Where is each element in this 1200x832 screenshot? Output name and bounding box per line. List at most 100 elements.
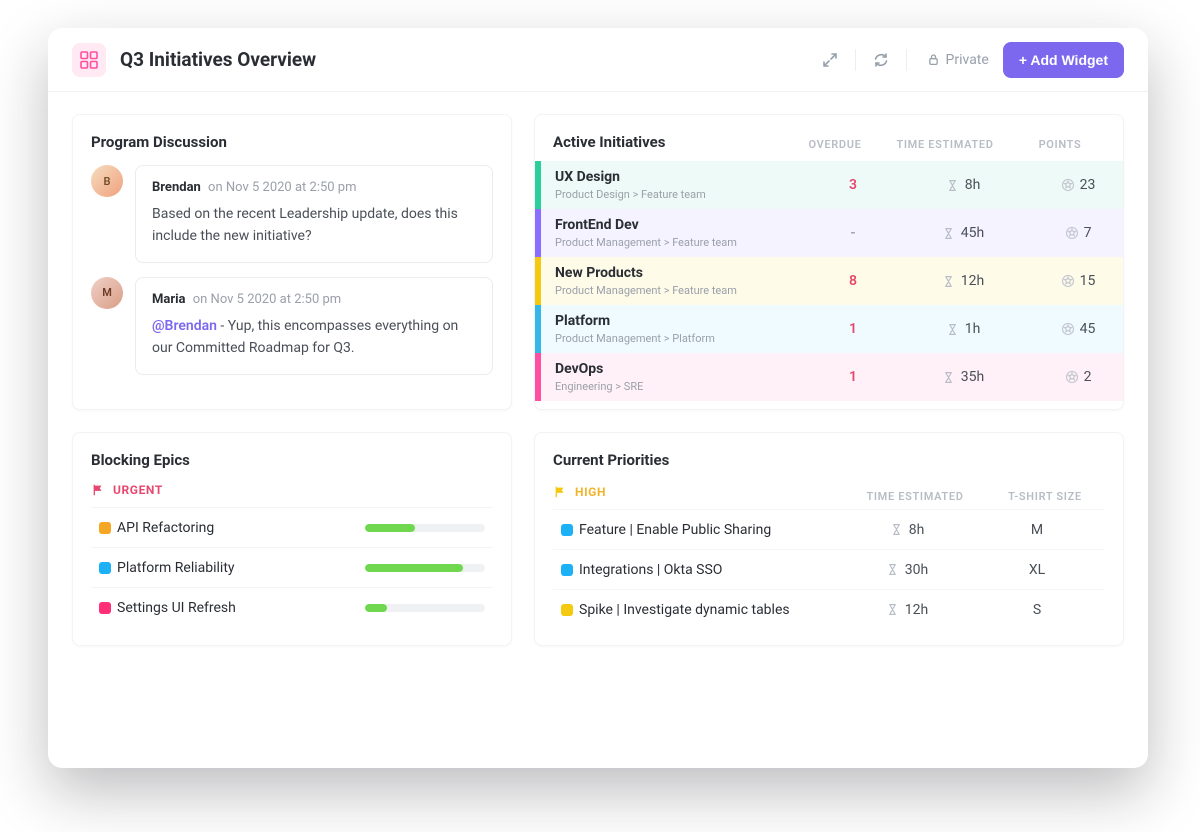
points-value: 7 <box>1033 225 1123 241</box>
comment-bubble: Brendan on Nov 5 2020 at 2:50 pm Based o… <box>135 165 493 263</box>
initiative-crumb: Product Management > Feature team <box>555 284 813 297</box>
color-chip <box>561 604 573 616</box>
flag-label: URGENT <box>113 483 163 497</box>
color-chip <box>99 562 111 574</box>
epic-row[interactable]: Platform Reliability <box>91 547 493 587</box>
mention[interactable]: @Brendan <box>152 318 217 334</box>
flag-label: HIGH <box>575 485 606 499</box>
comment-timestamp: on Nov 5 2020 at 2:50 pm <box>193 292 341 307</box>
epic-name: Settings UI Refresh <box>117 600 365 616</box>
color-chip <box>561 564 573 576</box>
initiative-crumb: Product Management > Feature team <box>555 236 813 249</box>
initiative-name: Platform <box>555 313 813 330</box>
epic-name: Platform Reliability <box>117 560 365 576</box>
priority-name: Spike | Investigate dynamic tables <box>579 602 837 618</box>
priority-row[interactable]: Spike | Investigate dynamic tables12hS <box>553 589 1105 629</box>
epic-row[interactable]: Settings UI Refresh <box>91 587 493 627</box>
time-estimated: 8h <box>837 522 977 538</box>
points-value: 23 <box>1033 177 1123 193</box>
add-widget-button[interactable]: + Add Widget <box>1003 42 1124 78</box>
priority-row[interactable]: Integrations | Okta SSO30hXL <box>553 549 1105 589</box>
col-size: T-SHIRT SIZE <box>985 490 1105 503</box>
card-title: Program Discussion <box>91 133 493 151</box>
refresh-icon[interactable] <box>866 45 896 75</box>
active-initiatives-card: Active Initiatives OVERDUE TIME ESTIMATE… <box>534 114 1124 410</box>
initiative-row[interactable]: Platform Product Management > Platform11h… <box>535 305 1123 353</box>
app-icon <box>72 43 106 77</box>
avatar: M <box>91 277 123 309</box>
comment-row: M Maria on Nov 5 2020 at 2:50 pm @Brenda… <box>91 277 493 375</box>
color-chip <box>99 602 111 614</box>
privacy-indicator[interactable]: Private <box>927 52 989 68</box>
initiative-main: FrontEnd Dev Product Management > Feature… <box>541 217 813 249</box>
col-time: TIME ESTIMATED <box>875 138 1015 151</box>
initiative-name: New Products <box>555 265 813 282</box>
high-flag-row: HIGH <box>553 485 845 499</box>
overdue-value: - <box>813 225 893 241</box>
card-title: Active Initiatives <box>553 133 795 151</box>
priority-name: Integrations | Okta SSO <box>579 562 837 578</box>
initiative-name: UX Design <box>555 169 813 186</box>
color-chip <box>99 522 111 534</box>
initiative-name: DevOps <box>555 361 813 378</box>
color-chip <box>561 524 573 536</box>
comment-timestamp: on Nov 5 2020 at 2:50 pm <box>208 180 356 195</box>
time-estimated: 30h <box>837 562 977 578</box>
progress-bar <box>365 564 485 572</box>
initiative-name: FrontEnd Dev <box>555 217 813 234</box>
overdue-value: 1 <box>813 321 893 337</box>
initiative-row[interactable]: New Products Product Management > Feature… <box>535 257 1123 305</box>
epic-rows: API Refactoring Platform Reliability Setti… <box>91 507 493 627</box>
epic-row[interactable]: API Refactoring <box>91 507 493 547</box>
epic-name: API Refactoring <box>117 520 365 536</box>
comment-author: Brendan <box>152 180 201 195</box>
initiative-row[interactable]: DevOps Engineering > SRE135h2 <box>535 353 1123 401</box>
priority-rows: Feature | Enable Public Sharing8hMIntegr… <box>553 509 1105 629</box>
progress-bar <box>365 604 485 612</box>
initiative-crumb: Engineering > SRE <box>555 380 813 393</box>
initiative-row[interactable]: UX DesignProduct Design > Feature team38… <box>535 161 1123 209</box>
urgent-flag-row: URGENT <box>91 483 493 497</box>
current-priorities-card: Current Priorities HIGH TIME ESTIMATED T… <box>534 432 1124 646</box>
initiative-main: UX DesignProduct Design > Feature team <box>541 169 813 201</box>
comment-body: Based on the recent Leadership update, d… <box>152 203 476 248</box>
col-points: POINTS <box>1015 138 1105 151</box>
comment-body: @Brendan - Yup, this encompasses everyth… <box>152 315 476 360</box>
initiative-main: Platform Product Management > Platform <box>541 313 813 345</box>
content-grid: Program Discussion B Brendan on Nov 5 20… <box>48 92 1148 672</box>
overdue-value: 1 <box>813 369 893 385</box>
card-title: Blocking Epics <box>91 451 493 469</box>
topbar: Q3 Initiatives Overview Private + Add Wi… <box>48 28 1148 92</box>
time-estimated: 1h <box>893 321 1033 337</box>
time-estimated: 45h <box>893 225 1033 241</box>
progress-bar <box>365 524 485 532</box>
points-value: 15 <box>1033 273 1123 289</box>
comment-row: B Brendan on Nov 5 2020 at 2:50 pm Based… <box>91 165 493 263</box>
lock-icon <box>927 53 940 66</box>
avatar: B <box>91 165 123 197</box>
points-value: 45 <box>1033 321 1123 337</box>
col-overdue: OVERDUE <box>795 138 875 151</box>
dashboard-window: Q3 Initiatives Overview Private + Add Wi… <box>48 28 1148 768</box>
blocking-epics-card: Blocking Epics URGENT API Refactoring Pla… <box>72 432 512 646</box>
tshirt-size: S <box>977 602 1097 618</box>
comment-author: Maria <box>152 292 186 307</box>
points-value: 2 <box>1033 369 1123 385</box>
overdue-value: 3 <box>813 177 893 193</box>
initiative-main: New Products Product Management > Feature… <box>541 265 813 297</box>
flag-icon <box>91 483 105 497</box>
initiative-main: DevOps Engineering > SRE <box>541 361 813 393</box>
time-estimated: 8h <box>893 177 1033 193</box>
privacy-label: Private <box>946 52 989 68</box>
priority-name: Feature | Enable Public Sharing <box>579 522 837 538</box>
expand-icon[interactable] <box>815 45 845 75</box>
comment-meta: Maria on Nov 5 2020 at 2:50 pm <box>152 292 476 307</box>
tshirt-size: XL <box>977 562 1097 578</box>
initiative-rows: UX DesignProduct Design > Feature team38… <box>535 161 1123 401</box>
time-estimated: 12h <box>837 602 977 618</box>
time-estimated: 12h <box>893 273 1033 289</box>
initiative-crumb: Product Management > Platform <box>555 332 813 345</box>
initiative-row[interactable]: FrontEnd Dev Product Management > Feature… <box>535 209 1123 257</box>
priority-row[interactable]: Feature | Enable Public Sharing8hM <box>553 509 1105 549</box>
time-estimated: 35h <box>893 369 1033 385</box>
